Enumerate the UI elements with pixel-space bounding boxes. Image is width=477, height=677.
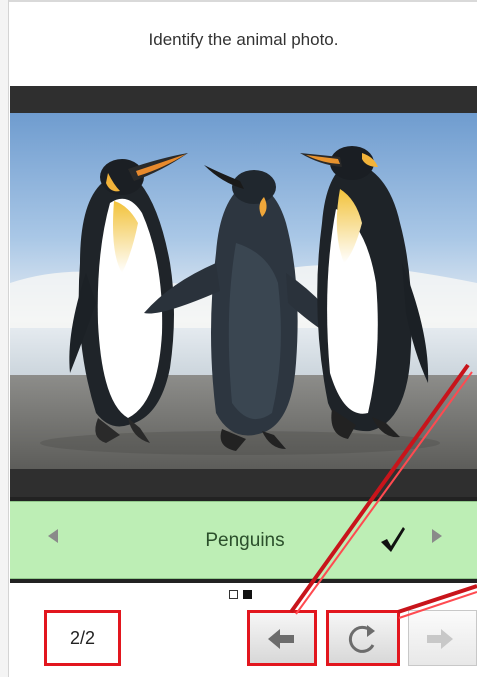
animal-photo <box>10 113 477 469</box>
answer-label: Penguins <box>205 530 285 551</box>
back-button[interactable] <box>247 610 317 666</box>
page-indicator <box>229 590 265 602</box>
question-prompt: Identify the animal photo. <box>148 30 339 49</box>
page-dot[interactable] <box>229 590 238 599</box>
triangle-left-icon[interactable] <box>48 529 58 543</box>
penguins-image <box>10 113 477 469</box>
triangle-right-icon[interactable] <box>432 529 442 543</box>
reload-button[interactable] <box>326 610 400 666</box>
arrow-right-icon <box>427 629 453 649</box>
answer-panel: Penguins <box>10 497 477 583</box>
page-dot-active[interactable] <box>243 590 252 599</box>
checkmark-icon[interactable] <box>379 524 407 554</box>
top-border <box>0 0 477 2</box>
left-edge <box>0 0 9 677</box>
quiz-card: Identify the animal photo. Penguins 2/2 <box>0 0 477 677</box>
reload-icon <box>348 625 375 653</box>
page-counter: 2/2 <box>44 610 121 666</box>
forward-button[interactable] <box>408 610 477 666</box>
arrow-left-icon <box>268 629 294 649</box>
answer-bar: Penguins <box>10 501 477 579</box>
